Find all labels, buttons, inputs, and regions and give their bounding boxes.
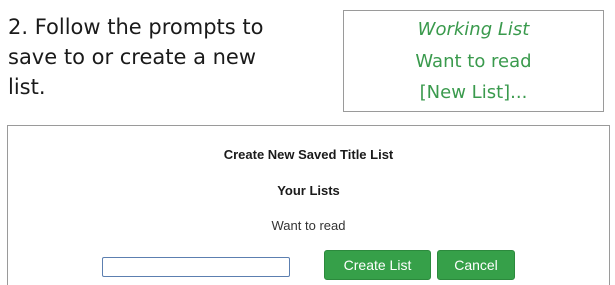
page: 2. Follow the prompts to save to or crea… [0,0,615,285]
new-list-name-input[interactable] [102,257,290,277]
dialog-title: Create New Saved Title List [223,147,394,162]
instruction-line: list. [8,75,46,99]
your-lists-heading: Your Lists [277,183,340,198]
menu-item-want-to-read[interactable]: Want to read [344,51,603,72]
instruction-line: save to or create a new [8,45,257,69]
instruction-text: 2. Follow the prompts to save to or crea… [8,12,328,102]
cancel-button[interactable]: Cancel [437,250,515,280]
existing-list-item: Want to read [271,218,346,233]
create-list-dialog: Create New Saved Title List Your Lists W… [7,125,610,285]
menu-item-working-list[interactable]: Working List [344,19,603,40]
menu-item-new-list[interactable]: [New List]... [344,82,603,103]
create-list-button[interactable]: Create List [324,250,431,280]
saved-list-menu: Working List Want to read [New List]... [343,10,604,112]
instruction-line: 2. Follow the prompts to [8,15,264,39]
